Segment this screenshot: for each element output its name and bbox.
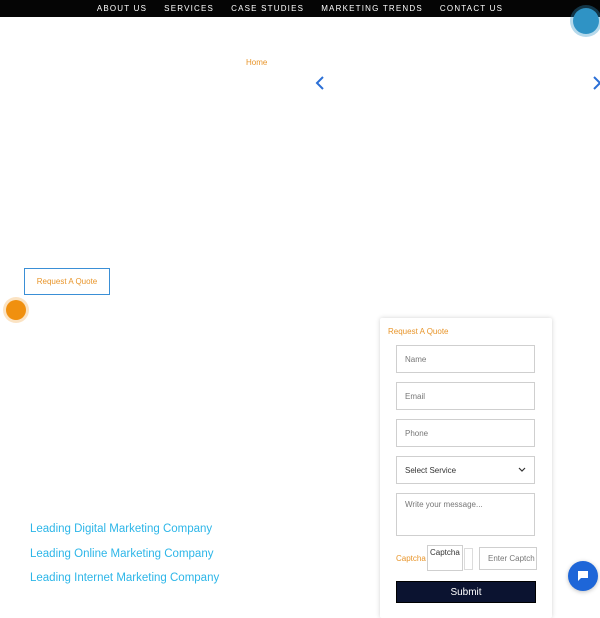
- link-online-marketing[interactable]: Leading Online Marketing Company: [30, 548, 219, 573]
- link-digital-marketing[interactable]: Leading Digital Marketing Company: [30, 523, 219, 548]
- request-quote-button[interactable]: Request A Quote: [24, 268, 110, 295]
- slider-next-icon[interactable]: [590, 74, 600, 92]
- message-textarea[interactable]: Write your message...: [396, 493, 535, 536]
- quote-form: Request A Quote Name Email Phone Select …: [380, 318, 552, 618]
- chat-button[interactable]: [568, 561, 598, 591]
- nav-services[interactable]: SERVICES: [164, 4, 214, 13]
- captcha-refresh-box[interactable]: [464, 548, 473, 570]
- chat-icon: [578, 571, 588, 581]
- breadcrumb-home[interactable]: Home: [246, 58, 267, 67]
- company-links: Leading Digital Marketing Company Leadin…: [30, 523, 219, 597]
- captcha-image: Captcha: [427, 545, 463, 571]
- form-title: Request A Quote: [388, 327, 449, 336]
- nav-contact-us[interactable]: CONTACT US: [440, 4, 503, 13]
- name-input[interactable]: Name: [396, 345, 535, 373]
- service-select[interactable]: Select Service: [396, 456, 535, 484]
- captcha-input[interactable]: Enter Captch: [479, 547, 537, 570]
- chevron-down-icon: [518, 467, 526, 472]
- link-internet-marketing[interactable]: Leading Internet Marketing Company: [30, 572, 219, 597]
- orange-circle-decoration: [6, 300, 26, 320]
- nav-case-studies[interactable]: CASE STUDIES: [231, 4, 304, 13]
- captcha-label: Captcha: [396, 554, 426, 563]
- phone-input[interactable]: Phone: [396, 419, 535, 447]
- email-input[interactable]: Email: [396, 382, 535, 410]
- slider-prev-icon[interactable]: [313, 74, 327, 92]
- top-navigation: ABOUT US SERVICES CASE STUDIES MARKETING…: [0, 0, 600, 17]
- service-select-value: Select Service: [405, 465, 457, 475]
- nav-marketing-trends[interactable]: MARKETING TRENDS: [321, 4, 423, 13]
- nav-about-us[interactable]: ABOUT US: [97, 4, 147, 13]
- blue-circle-decoration: [573, 8, 599, 34]
